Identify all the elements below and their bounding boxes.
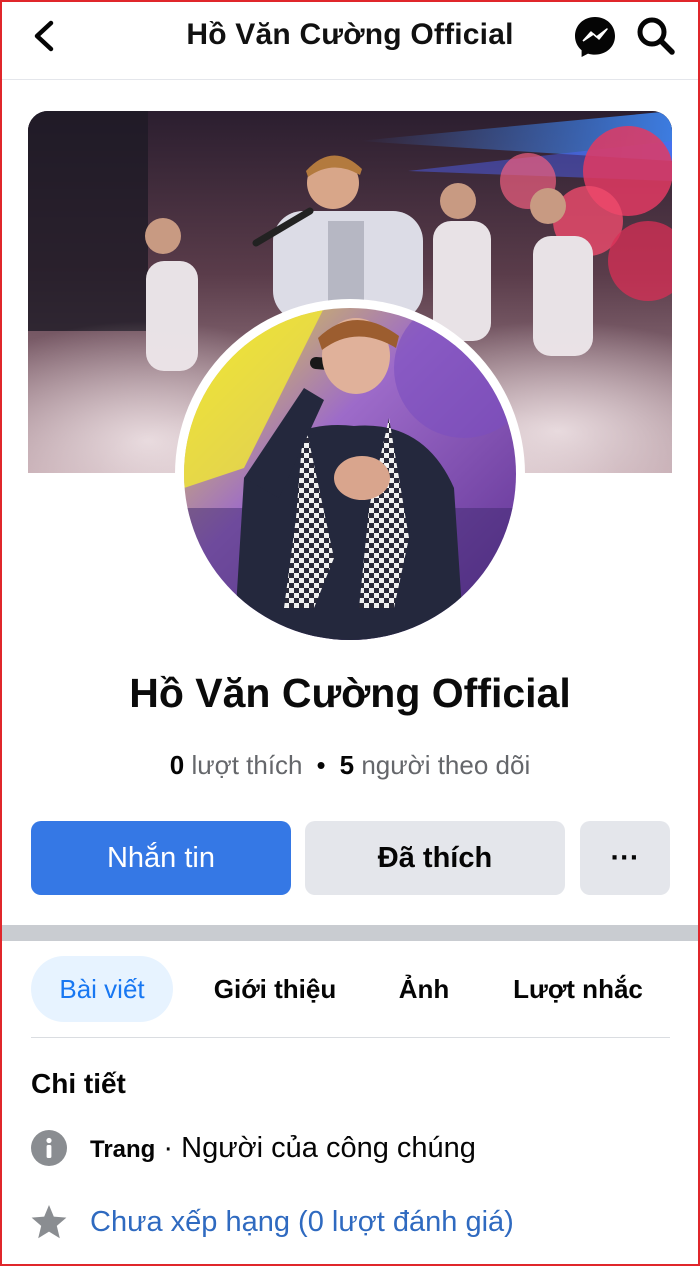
tab-about[interactable]: Giới thiệu (200, 956, 350, 1022)
tabs-divider (31, 1037, 670, 1038)
more-options-button[interactable]: ··· (580, 821, 670, 895)
profile-name: Hồ Văn Cường Official (129, 670, 571, 716)
page-category-text: Trang · Người của công chúng (90, 1132, 476, 1165)
page-category-row: Trang · Người của công chúng (0, 1124, 700, 1172)
avatar[interactable] (184, 308, 516, 640)
search-button[interactable] (634, 14, 678, 58)
likes-count: 0 (169, 750, 185, 780)
section-divider (0, 925, 700, 941)
liked-button[interactable]: Đã thích (305, 821, 565, 895)
profile-picture-frame (175, 299, 525, 649)
page-title: Hồ Văn Cường Official (186, 18, 514, 51)
search-icon (637, 17, 675, 55)
details-title: Chi tiết (31, 1068, 126, 1099)
back-button[interactable] (24, 16, 64, 56)
star-icon (31, 1205, 67, 1239)
tab-posts[interactable]: Bài viết (31, 956, 173, 1022)
likes-label: lượt thích (191, 750, 303, 780)
rating-link[interactable]: Chưa xếp hạng (0 lượt đánh giá) (90, 1206, 514, 1239)
messenger-icon (575, 17, 615, 57)
separator-dot: · (163, 1131, 182, 1164)
separator-dot: • (316, 750, 326, 780)
back-arrow-icon (34, 20, 54, 52)
rating-row: Chưa xếp hạng (0 lượt đánh giá) (0, 1198, 700, 1246)
info-icon (31, 1130, 67, 1166)
page-type-label: Trang (90, 1135, 156, 1163)
messenger-button[interactable] (572, 14, 618, 60)
top-navigation-bar: Hồ Văn Cường Official (0, 0, 700, 80)
followers-count: 5 (339, 750, 355, 780)
page-stats: 0 lượt thích • 5 người theo dõi (0, 750, 700, 781)
tab-photos[interactable]: Ảnh (385, 956, 463, 1022)
followers-label: người theo dõi (361, 750, 531, 780)
message-button[interactable]: Nhắn tin (31, 821, 291, 895)
tab-mentions[interactable]: Lượt nhắc (498, 956, 658, 1022)
page-category: Người của công chúng (181, 1131, 476, 1164)
